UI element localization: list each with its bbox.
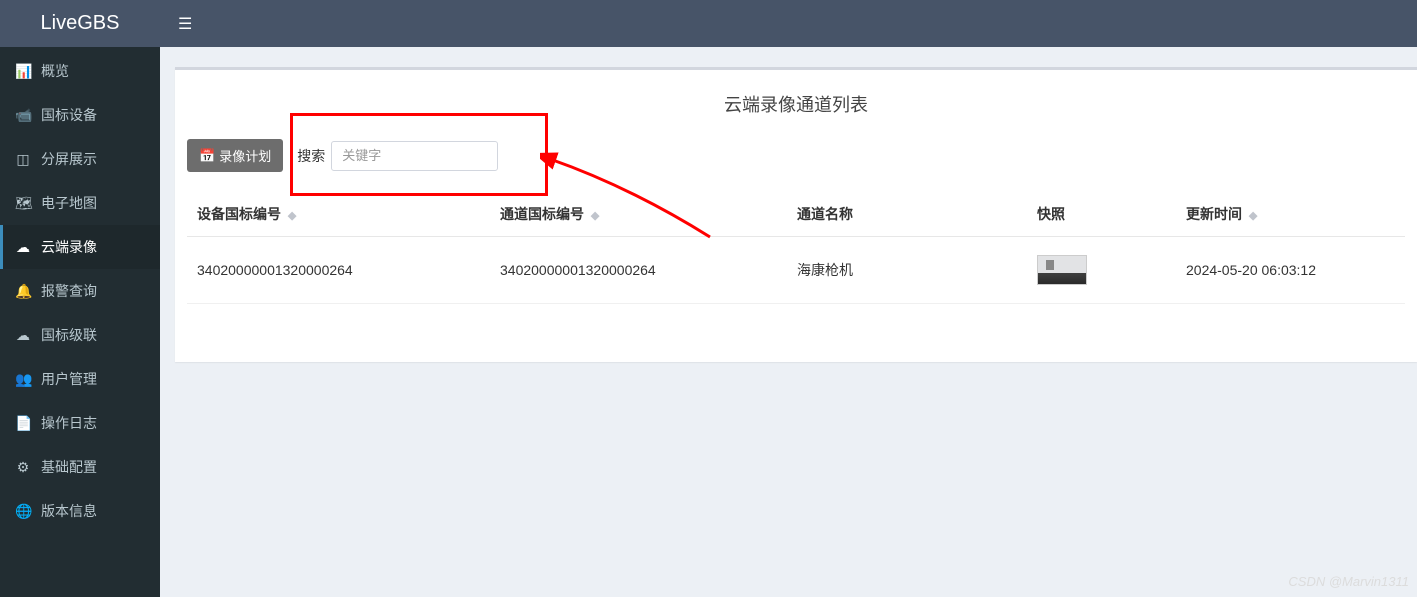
sort-icon: ◆ (591, 210, 599, 222)
nav-label: 版本信息 (41, 501, 97, 521)
main-panel: 云端录像通道列表 📅 录像计划 搜索 设备国标编号 ◆ 通道国标编号 (175, 67, 1417, 362)
cell-device-id: 34020000001320000264 (187, 237, 490, 304)
record-plan-button[interactable]: 📅 录像计划 (187, 139, 283, 172)
nav-item-overview[interactable]: 📊 概览 (0, 49, 160, 93)
topbar: ☰ (160, 0, 1417, 47)
toolbar: 📅 录像计划 搜索 (187, 131, 1405, 192)
nav-item-users[interactable]: 👥 用户管理 (0, 357, 160, 401)
col-label: 通道名称 (797, 206, 853, 222)
channel-table: 设备国标编号 ◆ 通道国标编号 ◆ 通道名称 快照 更新时间 (187, 192, 1405, 304)
col-label: 更新时间 (1186, 206, 1242, 222)
nav-label: 报警查询 (41, 281, 97, 301)
nav-item-logs[interactable]: 📄 操作日志 (0, 401, 160, 445)
col-channel-id[interactable]: 通道国标编号 ◆ (490, 192, 787, 237)
app-logo: LiveGBS (0, 0, 160, 47)
cloud-icon: ☁ (15, 239, 31, 256)
grid-icon: ◫ (15, 151, 31, 168)
table-row[interactable]: 34020000001320000264 3402000000132000026… (187, 237, 1405, 304)
sort-icon: ◆ (288, 210, 296, 222)
nav-label: 电子地图 (41, 193, 97, 213)
cell-updated-at: 2024-05-20 06:03:12 (1176, 237, 1405, 304)
col-updated-at[interactable]: 更新时间 ◆ (1176, 192, 1405, 237)
nav-label: 基础配置 (41, 457, 97, 477)
file-icon: 📄 (15, 415, 31, 432)
nav-item-version[interactable]: 🌐 版本信息 (0, 489, 160, 533)
page-title: 云端录像通道列表 (187, 85, 1405, 131)
nav-label: 概览 (41, 61, 69, 81)
search-group: 搜索 (297, 141, 498, 171)
search-input[interactable] (331, 141, 498, 171)
hamburger-icon[interactable]: ☰ (178, 14, 192, 34)
col-label: 设备国标编号 (197, 206, 281, 222)
col-label: 通道国标编号 (500, 206, 584, 222)
cell-channel-name: 海康枪机 (787, 237, 1027, 304)
nav-item-multiview[interactable]: ◫ 分屏展示 (0, 137, 160, 181)
cloud-upload-icon: ☁ (15, 327, 31, 344)
record-plan-label: 录像计划 (219, 146, 271, 165)
gear-icon: ⚙ (15, 459, 31, 476)
content: 云端录像通道列表 📅 录像计划 搜索 设备国标编号 ◆ 通道国标编号 (175, 67, 1417, 597)
col-channel-name: 通道名称 (787, 192, 1027, 237)
nav-item-map[interactable]: 🗺 电子地图 (0, 181, 160, 225)
nav-item-cascade[interactable]: ☁ 国标级联 (0, 313, 160, 357)
nav-label: 分屏展示 (41, 149, 97, 169)
snapshot-thumbnail[interactable] (1037, 255, 1087, 285)
nav-item-settings[interactable]: ⚙ 基础配置 (0, 445, 160, 489)
cell-channel-id: 34020000001320000264 (490, 237, 787, 304)
camera-icon: 📹 (15, 107, 31, 124)
bell-icon: 🔔 (15, 283, 31, 300)
nav-item-alarm[interactable]: 🔔 报警查询 (0, 269, 160, 313)
sidebar: LiveGBS 📊 概览 📹 国标设备 ◫ 分屏展示 🗺 电子地图 ☁ 云端录像… (0, 0, 160, 597)
users-icon: 👥 (15, 371, 31, 388)
sort-icon: ◆ (1249, 210, 1257, 222)
nav-label: 国标设备 (41, 105, 97, 125)
search-label: 搜索 (297, 146, 325, 166)
nav-item-cloudrecord[interactable]: ☁ 云端录像 (0, 225, 160, 269)
nav-list: 📊 概览 📹 国标设备 ◫ 分屏展示 🗺 电子地图 ☁ 云端录像 🔔 报警查询 … (0, 47, 160, 533)
watermark: CSDN @Marvin1311 (1288, 574, 1409, 589)
nav-label: 用户管理 (41, 369, 97, 389)
nav-item-devices[interactable]: 📹 国标设备 (0, 93, 160, 137)
calendar-icon: 📅 (199, 148, 215, 164)
col-snapshot: 快照 (1027, 192, 1176, 237)
nav-label: 国标级联 (41, 325, 97, 345)
col-label: 快照 (1037, 206, 1065, 222)
nav-label: 云端录像 (41, 237, 97, 257)
dashboard-icon: 📊 (15, 63, 31, 80)
cell-snapshot[interactable] (1027, 237, 1176, 304)
nav-label: 操作日志 (41, 413, 97, 433)
col-device-id[interactable]: 设备国标编号 ◆ (187, 192, 490, 237)
globe-icon: 🌐 (15, 503, 31, 520)
map-icon: 🗺 (15, 195, 31, 212)
